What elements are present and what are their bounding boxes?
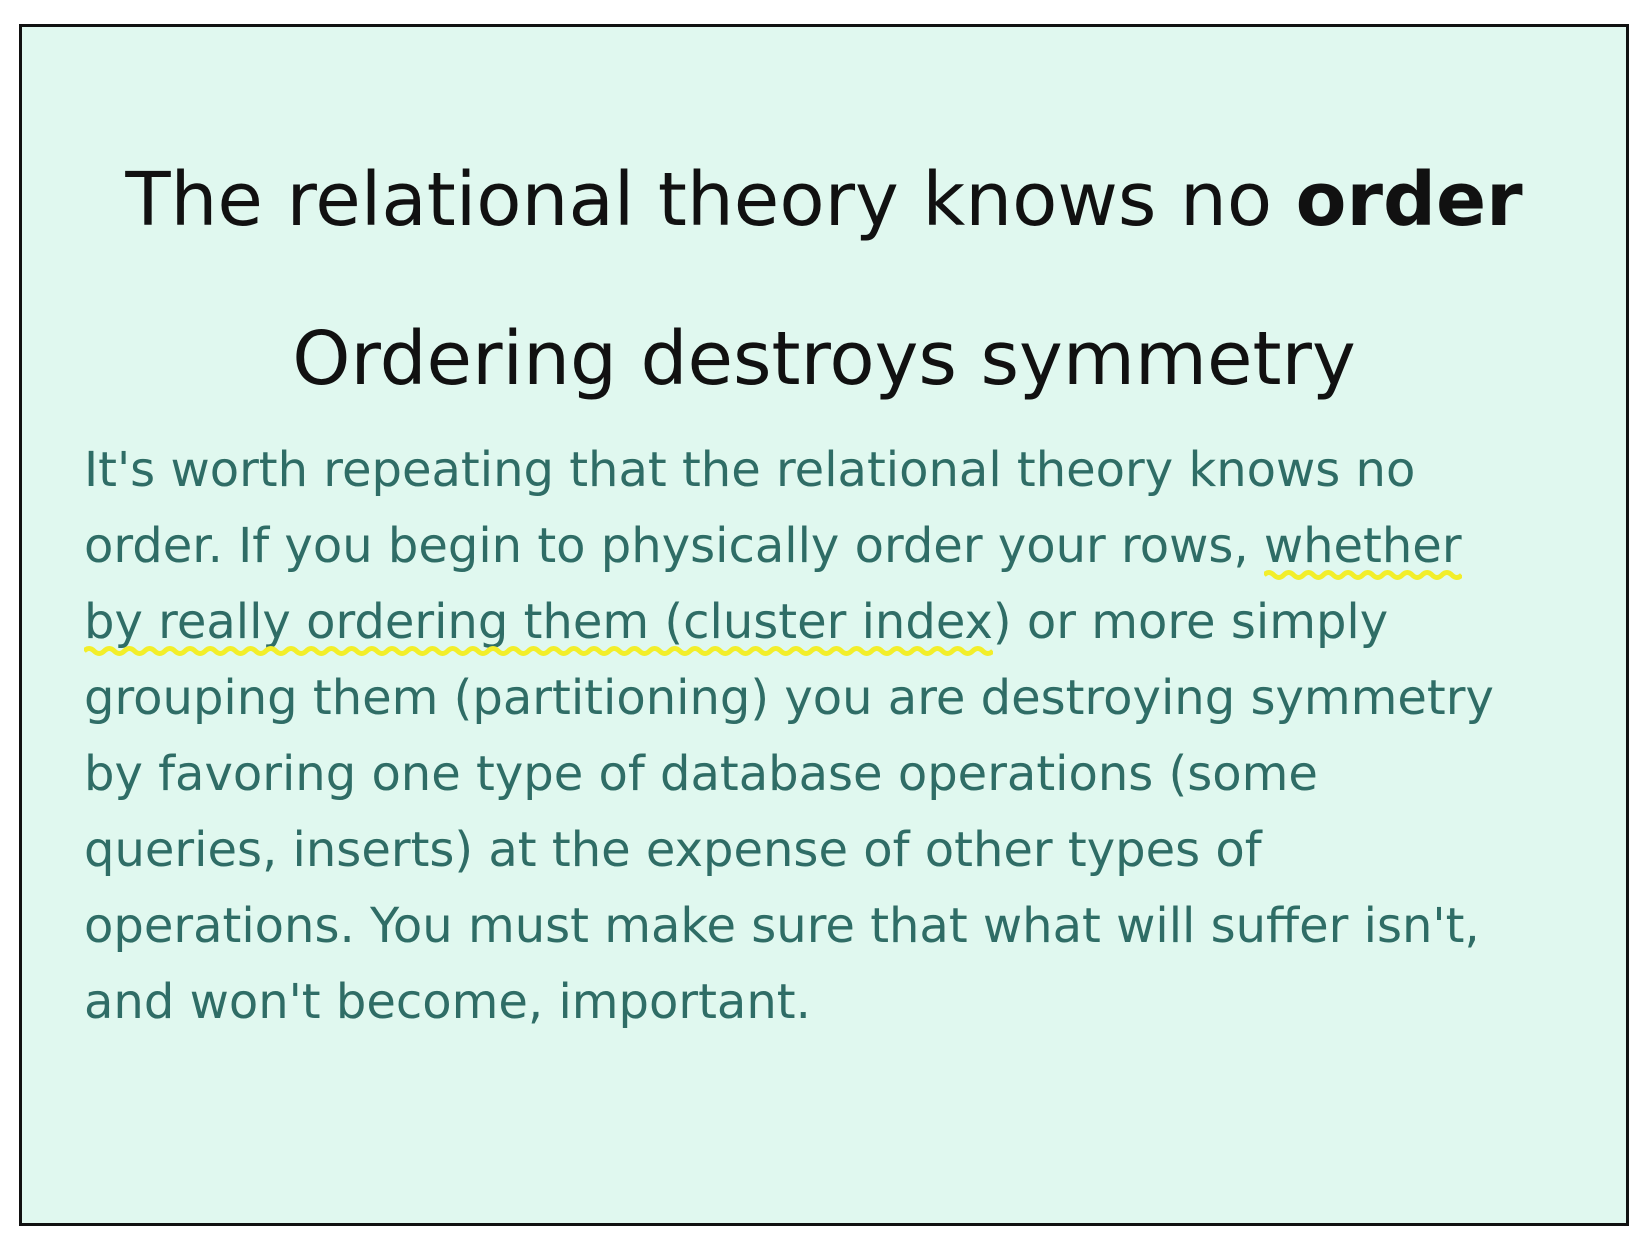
highlighted-text-content: whether <box>1263 518 1462 574</box>
paragraph-line: queries, inserts) at the expense of othe… <box>84 822 1262 878</box>
body-paragraph: It's worth repeating that the relational… <box>84 432 1604 1040</box>
slide-subtitle: Ordering destroys symmetry <box>292 316 1356 402</box>
paragraph-line: by really ordering them (cluster index) … <box>84 584 1604 660</box>
paragraph-line-text: order. If you begin to physically order … <box>84 518 1264 574</box>
slide-title-bold-word: order <box>1295 157 1523 243</box>
slide-title-prefix: The relational theory knows no <box>125 157 1296 243</box>
paragraph-line: by favoring one type of database operati… <box>84 746 1318 802</box>
paragraph-line: and won't become, important. <box>84 974 811 1030</box>
slide-title: The relational theory knows no order <box>22 155 1626 245</box>
highlighted-text: whether <box>1263 518 1462 580</box>
paragraph-line: order. If you begin to physically order … <box>84 508 1604 584</box>
paragraph-line: grouping them (partitioning) you are des… <box>84 670 1494 726</box>
highlighted-text-content: by really ordering them (cluster index <box>84 594 993 650</box>
highlighted-text: by really ordering them (cluster index <box>84 594 993 656</box>
paragraph-line-text: ) or more simply <box>992 594 1389 650</box>
slide-panel: The relational theory knows no order Ord… <box>19 24 1629 1226</box>
paragraph-line: operations. You must make sure that what… <box>84 898 1480 954</box>
paragraph-line: It's worth repeating that the relational… <box>84 442 1416 498</box>
